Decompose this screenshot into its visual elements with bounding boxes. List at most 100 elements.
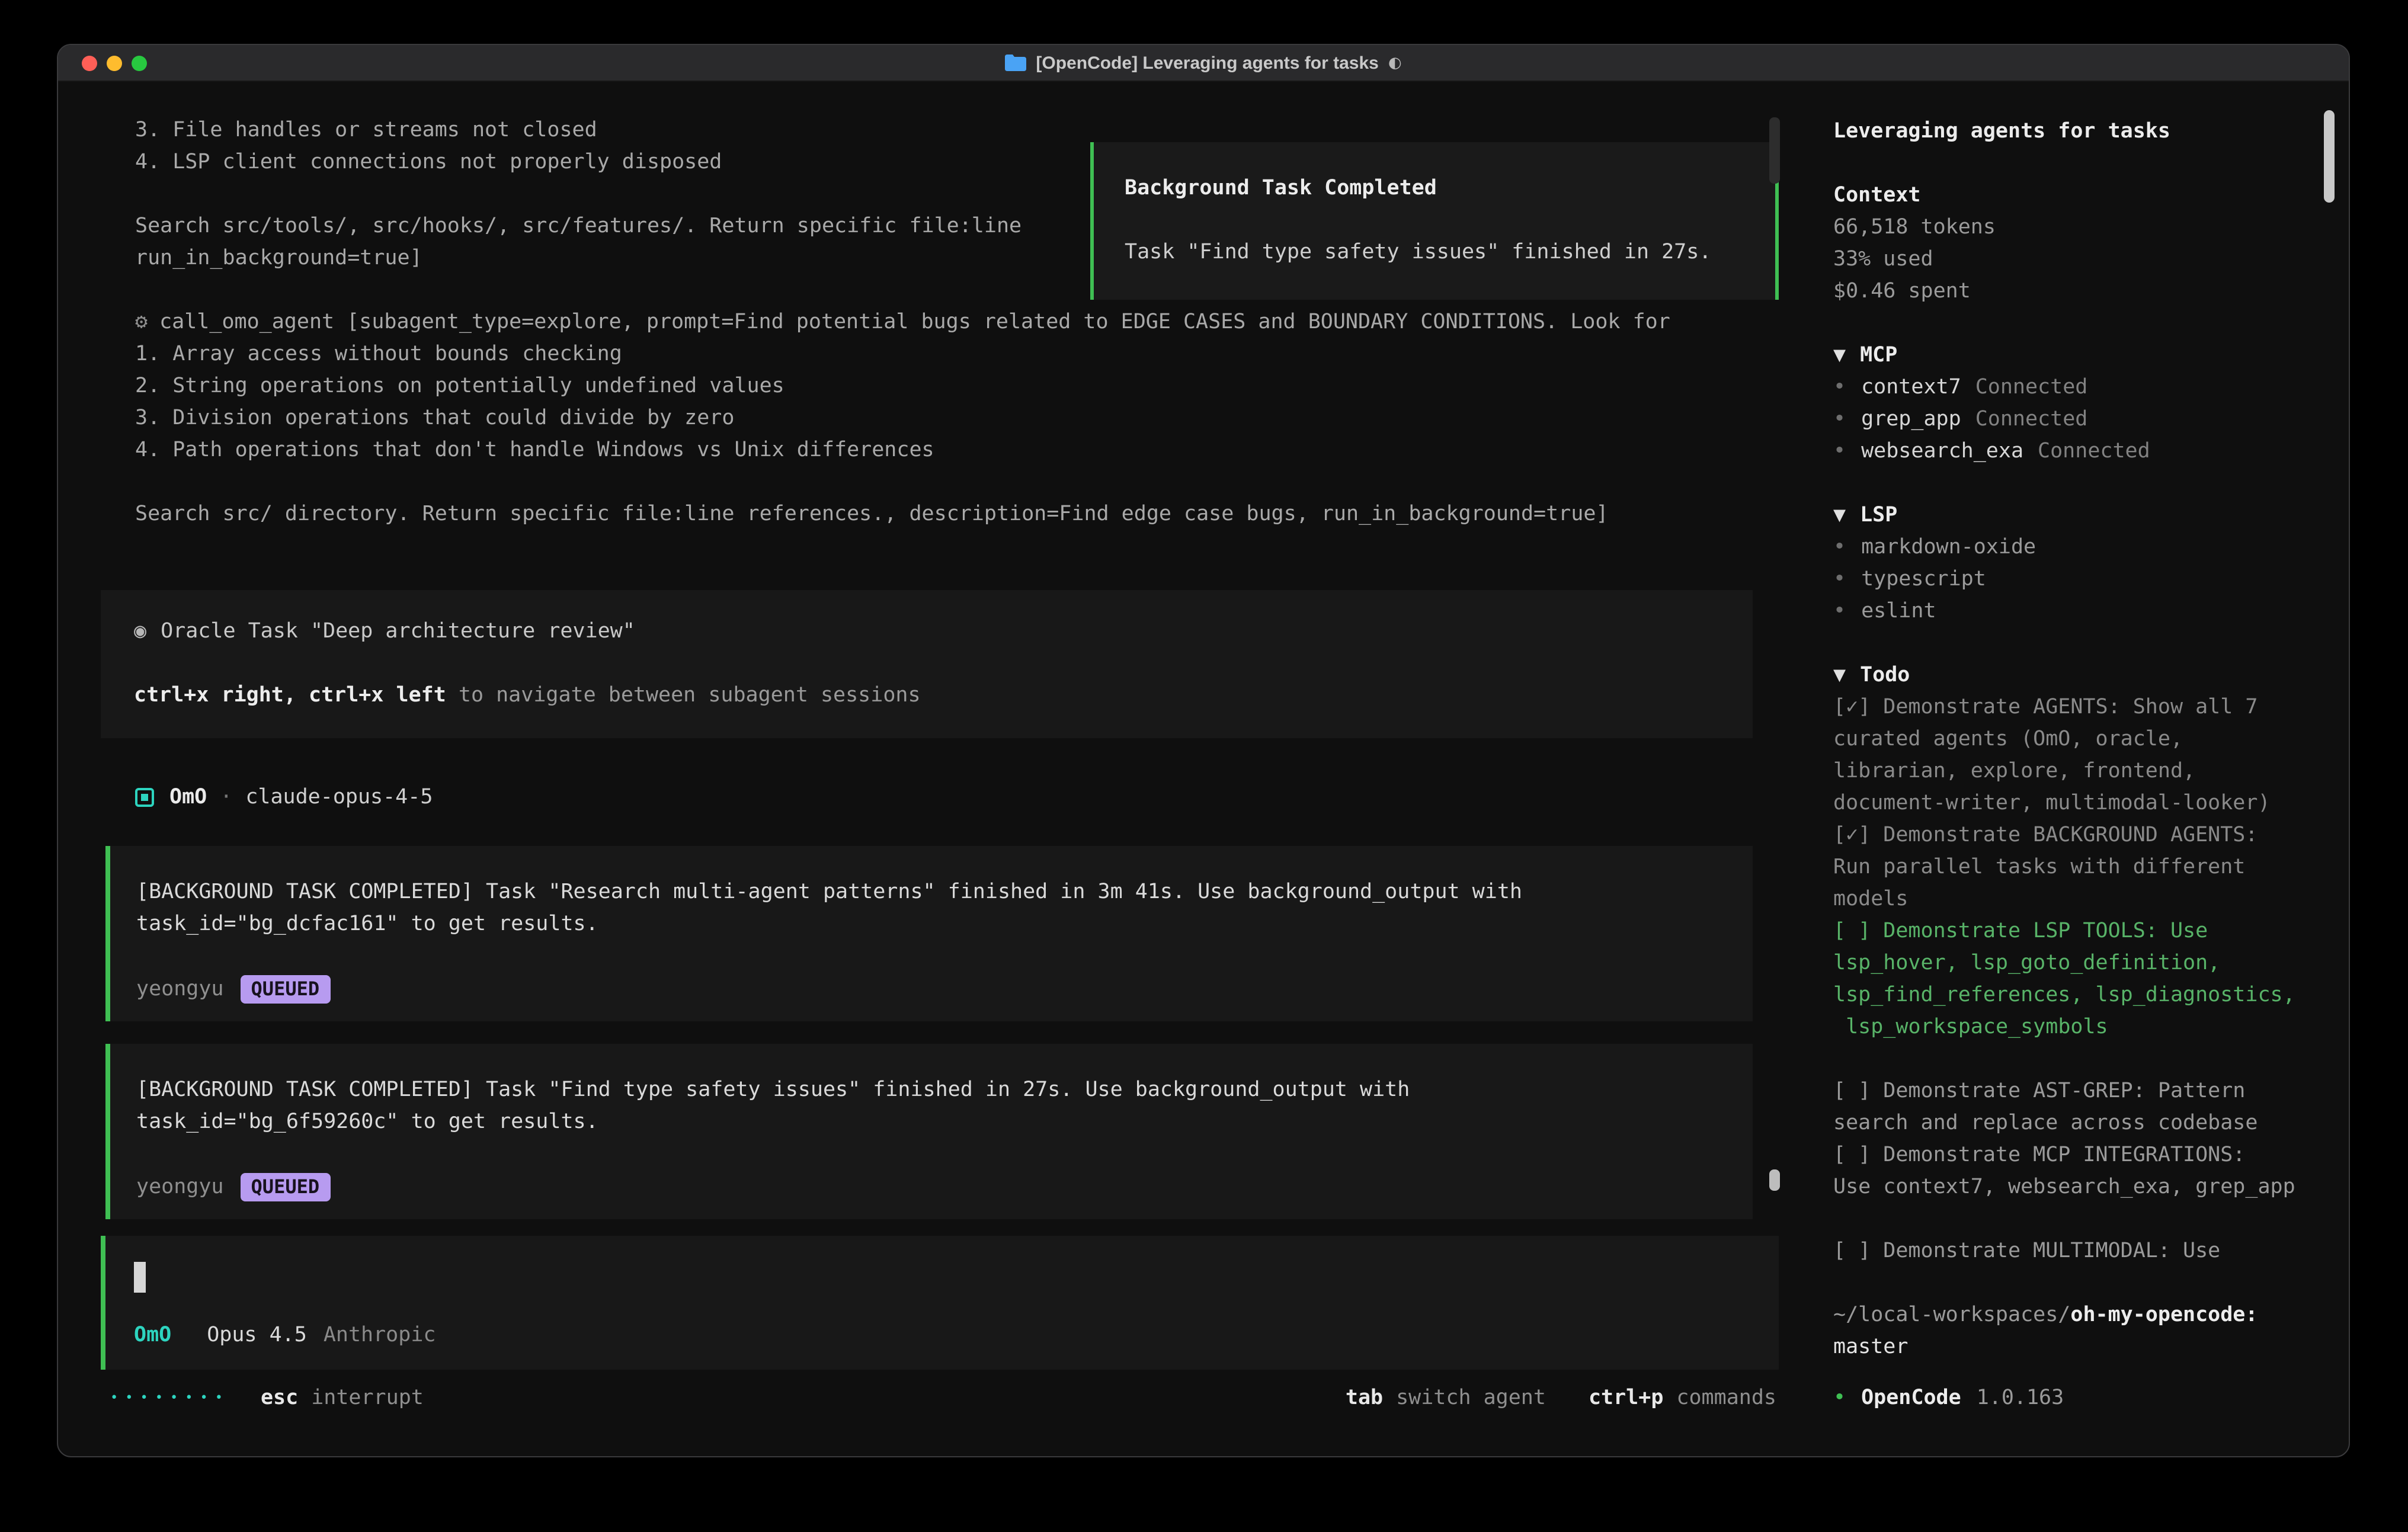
app-version-number: 1.0.163 [1977,1386,2064,1409]
input-model-name: Opus 4.5 [207,1323,307,1347]
toast-spacer [1125,205,1751,237]
commands-action-label: commands [1676,1386,1776,1409]
agent-header: OmO · claude-opus-4-5 [135,781,1810,813]
todo-item: [ ] Demonstrate AST-GREP: Pattern search… [1833,1076,2306,1140]
main-scrollbar-thumb[interactable] [1769,1169,1780,1191]
context-tokens: 66,518 tokens [1833,212,2306,244]
oracle-shortcut-hint: to navigate between subagent sessions [446,684,921,707]
tab-key-hint: tab [1346,1386,1383,1409]
terminal-line [135,467,1810,499]
todo-item: [ ] Demonstrate MULTIMODAL: Use [1833,1236,2306,1268]
todo-item: [ ] Demonstrate MCP INTEGRATIONS: Use co… [1833,1140,2306,1204]
oracle-task-panel: ◉Oracle Task "Deep architecture review" … [101,590,1753,738]
message-author: yeongyu [136,977,224,1001]
tab-action-label: switch agent [1396,1386,1546,1409]
bullet-icon: • [1833,376,1846,399]
lsp-item: •typescript [1833,564,2306,596]
session-title: Leveraging agents for tasks [1833,116,2306,148]
tool-call-text: call_omo_agent [subagent_type=explore, p… [159,310,1670,334]
separator-dot: · [220,785,232,809]
chevron-down-icon: ▼ [1833,504,1846,527]
todo-item: [ ] Demonstrate LSP TOOLS: Use lsp_hover… [1833,916,2306,1044]
oracle-spacer [134,648,1719,680]
lsp-item: •eslint [1833,596,2306,628]
mcp-status: Connected [1975,376,2088,399]
agent-model: claude-opus-4-5 [245,785,433,809]
workspace-path: ~/local-workspaces/ [1833,1303,2070,1327]
chevron-down-icon: ▼ [1833,664,1846,687]
agent-name: OmO [169,785,207,809]
status-bar: •••••••• esc interrupt tab switch agent … [58,1382,1810,1414]
background-task-toast: Background Task Completed Task "Find typ… [1090,142,1779,300]
prompt-input[interactable]: OmO Opus 4.5 Anthropic [101,1236,1779,1370]
mcp-heading[interactable]: ▼MCP [1833,340,2306,372]
context-heading: Context [1833,180,2306,212]
main-scrollbar-thumb[interactable] [1769,117,1780,184]
input-meta: OmO Opus 4.5 Anthropic [134,1319,1750,1351]
minimize-button[interactable] [107,55,122,70]
message-line: task_id="bg_6f59260c" to get results. [136,1107,1727,1139]
message-line: [BACKGROUND TASK COMPLETED] Task "Resear… [136,877,1727,909]
desktop: [OpenCode] Leveraging agents for tasks ◐… [0,0,2408,1532]
context-spent: $0.46 spent [1833,276,2306,308]
terminal-line: 2. String operations on potentially unde… [135,371,1810,403]
terminal-line: 1. Array access without bounds checking [135,339,1810,371]
zoom-button[interactable] [132,55,147,70]
window-titlebar[interactable]: [OpenCode] Leveraging agents for tasks ◐ [58,45,2349,82]
input-agent-name: OmO [134,1323,171,1347]
message-block: [BACKGROUND TASK COMPLETED] Task "Find t… [105,1044,1753,1219]
lsp-section: ▼LSP •markdown-oxide •typescript •eslint [1833,500,2306,628]
close-button[interactable] [82,55,97,70]
commands-key-hint: ctrl+p [1589,1386,1663,1409]
tool-call-line: ⚙ call_omo_agent [subagent_type=explore, … [135,307,1810,339]
terminal-line: 4. Path operations that don't handle Win… [135,435,1810,467]
input-provider-name: Anthropic [324,1323,436,1347]
bullet-icon: • [1833,1386,1846,1409]
esc-key-hint: esc [261,1386,298,1409]
context-section: Context 66,518 tokens 33% used $0.46 spe… [1833,180,2306,308]
todo-item: [✓] Demonstrate AGENTS: Show all 7 curat… [1833,692,2306,820]
folder-icon [1005,55,1026,71]
bullet-icon: • [1833,408,1846,431]
toast-title: Background Task Completed [1125,173,1751,205]
context-used: 33% used [1833,244,2306,276]
session-indicator-icon: ◐ [1388,54,1402,72]
traffic-lights [82,45,147,81]
bullet-icon: • [1833,536,1846,559]
queued-badge: QUEUED [241,1172,331,1201]
message-line: [BACKGROUND TASK COMPLETED] Task "Find t… [136,1075,1727,1107]
bullet-icon: • [1833,600,1846,623]
spinner-dots-icon: •••••••• [110,1390,230,1405]
chat-main-area: 3. File handles or streams not closed 4.… [58,82,1810,1456]
message-spacer [136,1139,1727,1171]
queued-badge: QUEUED [241,975,331,1003]
message-line: task_id="bg_dcfac161" to get results. [136,909,1727,941]
window-title: [OpenCode] Leveraging agents for tasks ◐ [1005,53,1401,73]
mcp-item: •websearch_exaConnected [1833,436,2306,468]
app-name: OpenCode [1861,1386,1961,1409]
gear-icon: ⚙ [135,310,148,334]
agent-square-icon [135,787,154,806]
todo-heading[interactable]: ▼Todo [1833,660,2306,692]
terminal-line: Search src/ directory. Return specific f… [135,499,1810,531]
todo-section: ▼Todo [✓] Demonstrate AGENTS: Show all 7… [1833,660,2306,1268]
chevron-down-icon: ▼ [1833,344,1846,367]
bullet-icon: • [1833,440,1846,463]
sidebar-scrollbar-thumb[interactable] [2324,110,2335,203]
message-spacer [136,941,1727,973]
app-version: • OpenCode 1.0.163 [1833,1382,2064,1414]
mcp-item: •grep_appConnected [1833,404,2306,436]
lsp-item: •markdown-oxide [1833,532,2306,564]
oracle-shortcut-keys: ctrl+x right, ctrl+x left [134,684,446,707]
workspace-repo: oh-my-opencode: [2070,1303,2258,1327]
session-sidebar: Leveraging agents for tasks Context 66,5… [1810,82,2349,1456]
mcp-status: Connected [1975,408,2088,431]
esc-action-label: interrupt [311,1386,424,1409]
workspace-info: ~/local-workspaces/oh-my-opencode: maste… [1833,1300,2306,1364]
terminal-window: [OpenCode] Leveraging agents for tasks ◐… [57,44,2350,1457]
mcp-section: ▼MCP •context7Connected •grep_appConnect… [1833,340,2306,468]
lsp-heading[interactable]: ▼LSP [1833,500,2306,532]
todo-item: [✓] Demonstrate BACKGROUND AGENTS: Run p… [1833,820,2306,916]
message-block: [BACKGROUND TASK COMPLETED] Task "Resear… [105,846,1753,1021]
terminal-line: 3. Division operations that could divide… [135,403,1810,435]
